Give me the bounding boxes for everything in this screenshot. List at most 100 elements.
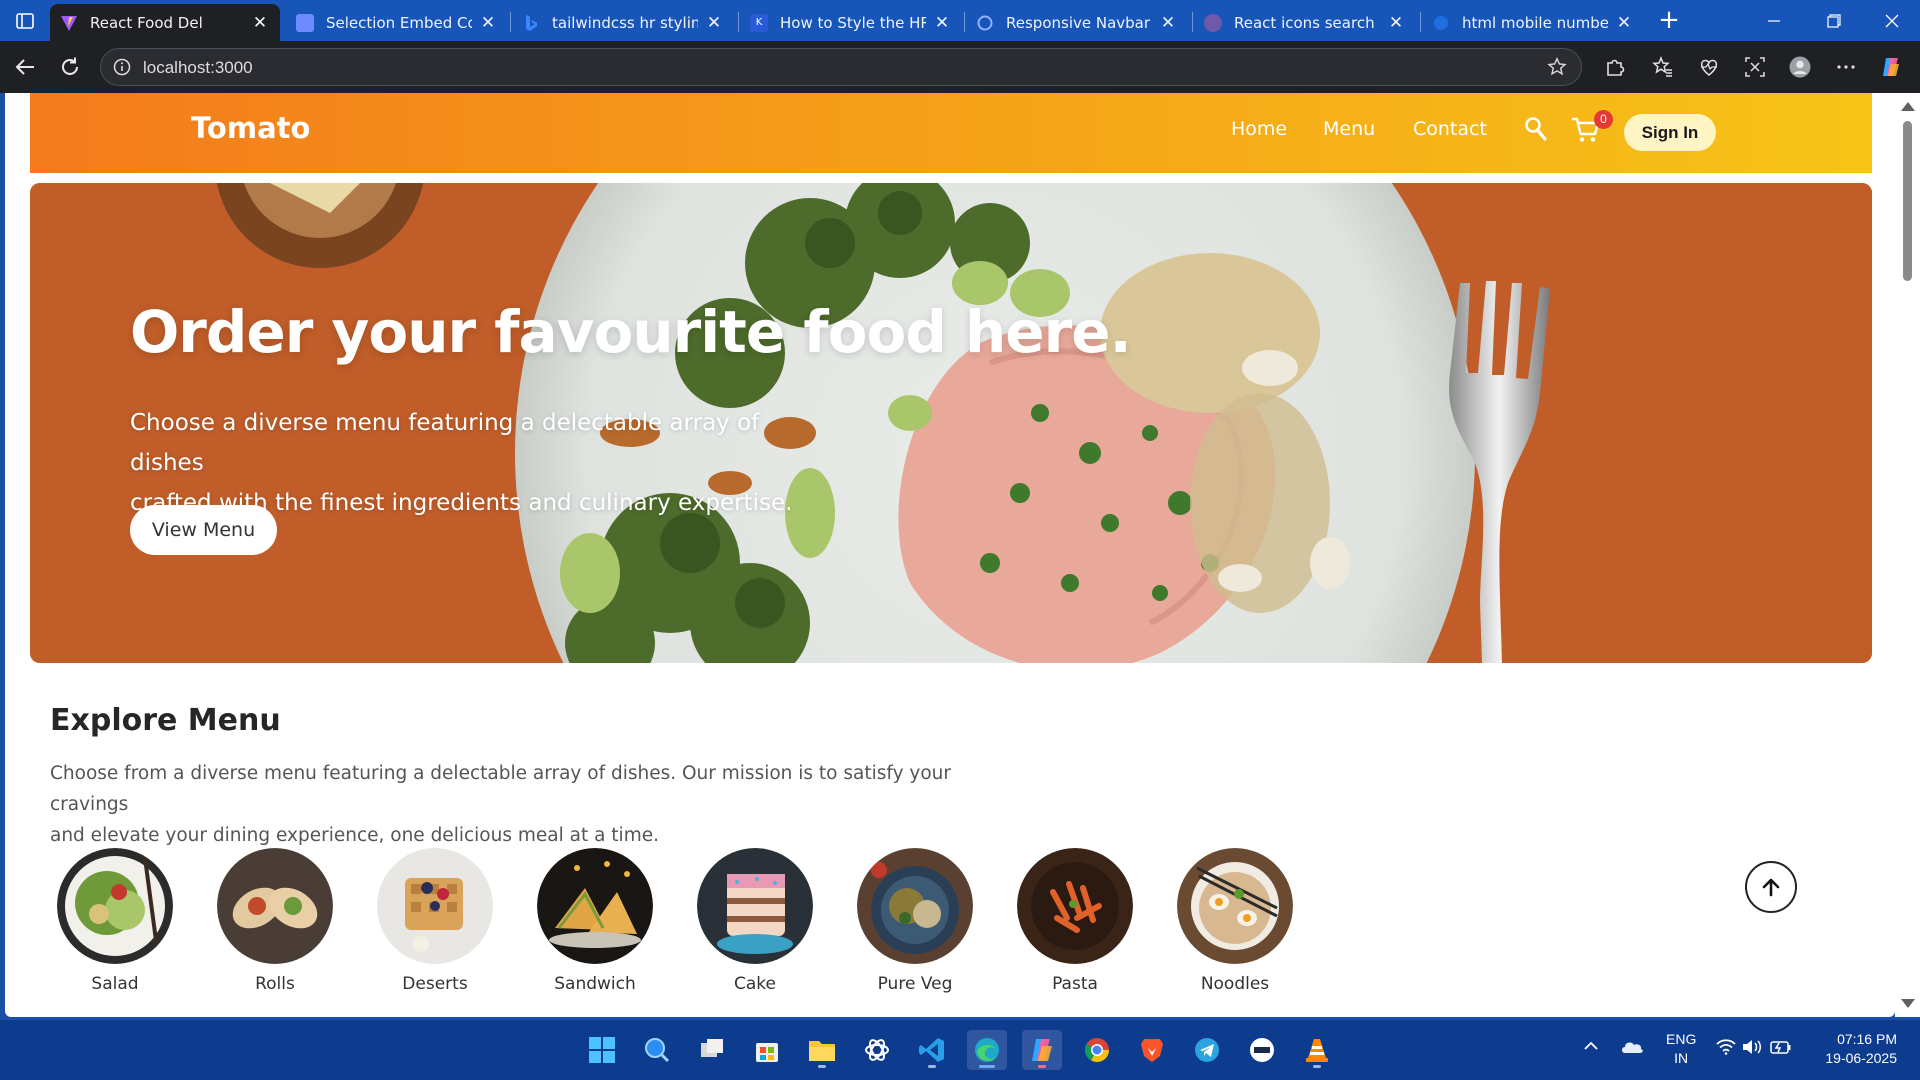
favorites-button[interactable] <box>1650 54 1676 80</box>
tab-style-hr[interactable]: K How to Style the HR El ✕ <box>740 4 962 41</box>
copilot-app-button[interactable] <box>1022 1030 1062 1070</box>
scroll-up-arrow[interactable] <box>1901 102 1915 111</box>
nxt-wave-button[interactable] <box>1242 1030 1282 1070</box>
tab-separator <box>1192 12 1193 32</box>
page-scrollbar[interactable] <box>1895 93 1920 1017</box>
region-text: IN <box>1674 1050 1689 1066</box>
nav-home[interactable]: Home <box>1231 118 1287 140</box>
start-button[interactable] <box>582 1030 622 1070</box>
close-tab-icon[interactable]: ✕ <box>932 13 952 33</box>
close-window-button[interactable] <box>1864 0 1920 41</box>
browser-essentials-button[interactable] <box>1696 54 1722 80</box>
scrollbar-thumb[interactable] <box>1903 121 1912 281</box>
scroll-to-top-button[interactable] <box>1745 861 1797 913</box>
site-logo[interactable]: Tomato <box>191 111 310 145</box>
close-tab-icon[interactable]: ✕ <box>1158 13 1178 33</box>
onedrive-button[interactable] <box>1620 1038 1644 1057</box>
tab-tailwind-hr[interactable]: tailwindcss hr styling - ✕ <box>512 4 734 41</box>
taskbar-search-button[interactable] <box>637 1030 677 1070</box>
menu-item-sandwich[interactable]: Sandwich <box>537 848 697 994</box>
edge-browser-button[interactable] <box>967 1030 1007 1070</box>
copilot-icon <box>1032 1039 1052 1061</box>
battery-icon <box>1770 1041 1791 1054</box>
puzzle-icon <box>1607 59 1625 76</box>
menu-item-pasta[interactable]: Pasta <box>1017 848 1177 994</box>
page-viewport: Tomato Home Menu Contact 0 Sign In Order… <box>5 93 1895 1017</box>
new-tab-button[interactable]: + <box>1654 6 1684 36</box>
sign-in-button[interactable]: Sign In <box>1624 114 1716 151</box>
back-button[interactable] <box>9 51 41 83</box>
menu-item-label: Deserts <box>402 974 468 994</box>
vscode-button[interactable] <box>912 1030 952 1070</box>
google-favicon-icon <box>1432 14 1450 32</box>
scroll-down-arrow[interactable] <box>1901 999 1915 1008</box>
settings-more-button[interactable] <box>1833 54 1859 80</box>
search-icon[interactable] <box>1522 115 1550 143</box>
tab-react-food-del[interactable]: React Food Del ✕ <box>50 4 280 41</box>
close-tab-icon[interactable]: ✕ <box>704 13 724 33</box>
tab-selection-embed[interactable]: Selection Embed Code ✕ <box>286 4 508 41</box>
nav-contact[interactable]: Contact <box>1413 118 1487 140</box>
reload-icon <box>62 57 78 75</box>
explore-menu-title: Explore Menu <box>50 703 281 738</box>
page-favicon-icon: K <box>750 13 768 32</box>
chrome-button[interactable] <box>1077 1030 1117 1070</box>
menu-item-label: Salad <box>91 974 139 994</box>
tab-html-mobile[interactable]: html mobile number in ✕ <box>1422 4 1644 41</box>
address-bar[interactable]: localhost:3000 <box>100 48 1582 86</box>
task-view-button[interactable] <box>692 1030 732 1070</box>
tab-strip: React Food Del ✕ Selection Embed Code ✕ … <box>0 0 1920 41</box>
profile-button[interactable] <box>1787 54 1813 80</box>
show-hidden-icons-button[interactable] <box>1583 1038 1599 1057</box>
deserts-image <box>377 848 493 964</box>
tab-responsive-navbar[interactable]: Responsive Navbar Co ✕ <box>966 4 1188 41</box>
favorite-star-icon[interactable] <box>1547 57 1567 77</box>
screenshot-button[interactable] <box>1742 54 1768 80</box>
edge-icon <box>975 1038 999 1062</box>
telegram-button[interactable] <box>1187 1030 1227 1070</box>
menu-item-noodles[interactable]: Noodles <box>1177 848 1337 994</box>
brave-button[interactable] <box>1132 1030 1172 1070</box>
microsoft-store-button[interactable] <box>747 1030 787 1070</box>
close-icon <box>1885 14 1899 27</box>
reload-button[interactable] <box>54 51 86 83</box>
arrow-up-icon <box>1762 878 1780 897</box>
url-text[interactable]: localhost:3000 <box>143 58 253 78</box>
tab-actions-button[interactable] <box>10 8 40 34</box>
copilot-button[interactable] <box>1878 54 1904 80</box>
tab-separator <box>964 12 965 32</box>
windows-logo-icon <box>589 1037 615 1063</box>
menu-item-rolls[interactable]: Rolls <box>217 848 377 994</box>
minimize-button[interactable] <box>1746 0 1802 41</box>
view-menu-button[interactable]: View Menu <box>130 505 277 555</box>
clock[interactable]: 07:16 PM 19-06-2025 <box>1812 1030 1897 1068</box>
menu-item-label: Rolls <box>255 974 295 994</box>
close-tab-icon[interactable]: ✕ <box>478 13 498 33</box>
close-tab-icon[interactable]: ✕ <box>1614 13 1634 33</box>
nav-menu[interactable]: Menu <box>1323 118 1375 140</box>
explore-menu-description: Choose from a diverse menu featuring a d… <box>50 758 1000 851</box>
close-tab-icon[interactable]: ✕ <box>1386 13 1406 33</box>
menu-item-salad[interactable]: Salad <box>57 848 217 994</box>
avatar-icon <box>1789 56 1811 78</box>
brave-lion-icon <box>1141 1039 1163 1062</box>
minimize-icon <box>1768 19 1780 22</box>
restore-button[interactable] <box>1806 0 1862 41</box>
wifi-icon <box>1716 1039 1736 1055</box>
language-indicator[interactable]: ENG IN <box>1666 1030 1696 1068</box>
file-explorer-button[interactable] <box>802 1030 842 1070</box>
explore-text-line: Choose from a diverse menu featuring a d… <box>50 763 951 815</box>
chatgpt-app-button[interactable] <box>857 1030 897 1070</box>
menu-item-pure-veg[interactable]: Pure Veg <box>857 848 1017 994</box>
search-icon <box>645 1038 670 1063</box>
network-volume-battery-group[interactable] <box>1716 1039 1792 1058</box>
telegram-icon <box>1195 1038 1219 1062</box>
extensions-button[interactable] <box>1602 54 1628 80</box>
close-tab-icon[interactable]: ✕ <box>250 13 270 33</box>
site-info-icon[interactable] <box>113 58 131 76</box>
vlc-button[interactable] <box>1297 1030 1337 1070</box>
menu-item-cake[interactable]: Cake <box>697 848 857 994</box>
tab-react-icons[interactable]: React icons search resu ✕ <box>1194 4 1416 41</box>
menu-item-deserts[interactable]: Deserts <box>377 848 537 994</box>
vite-favicon-icon <box>60 14 78 32</box>
